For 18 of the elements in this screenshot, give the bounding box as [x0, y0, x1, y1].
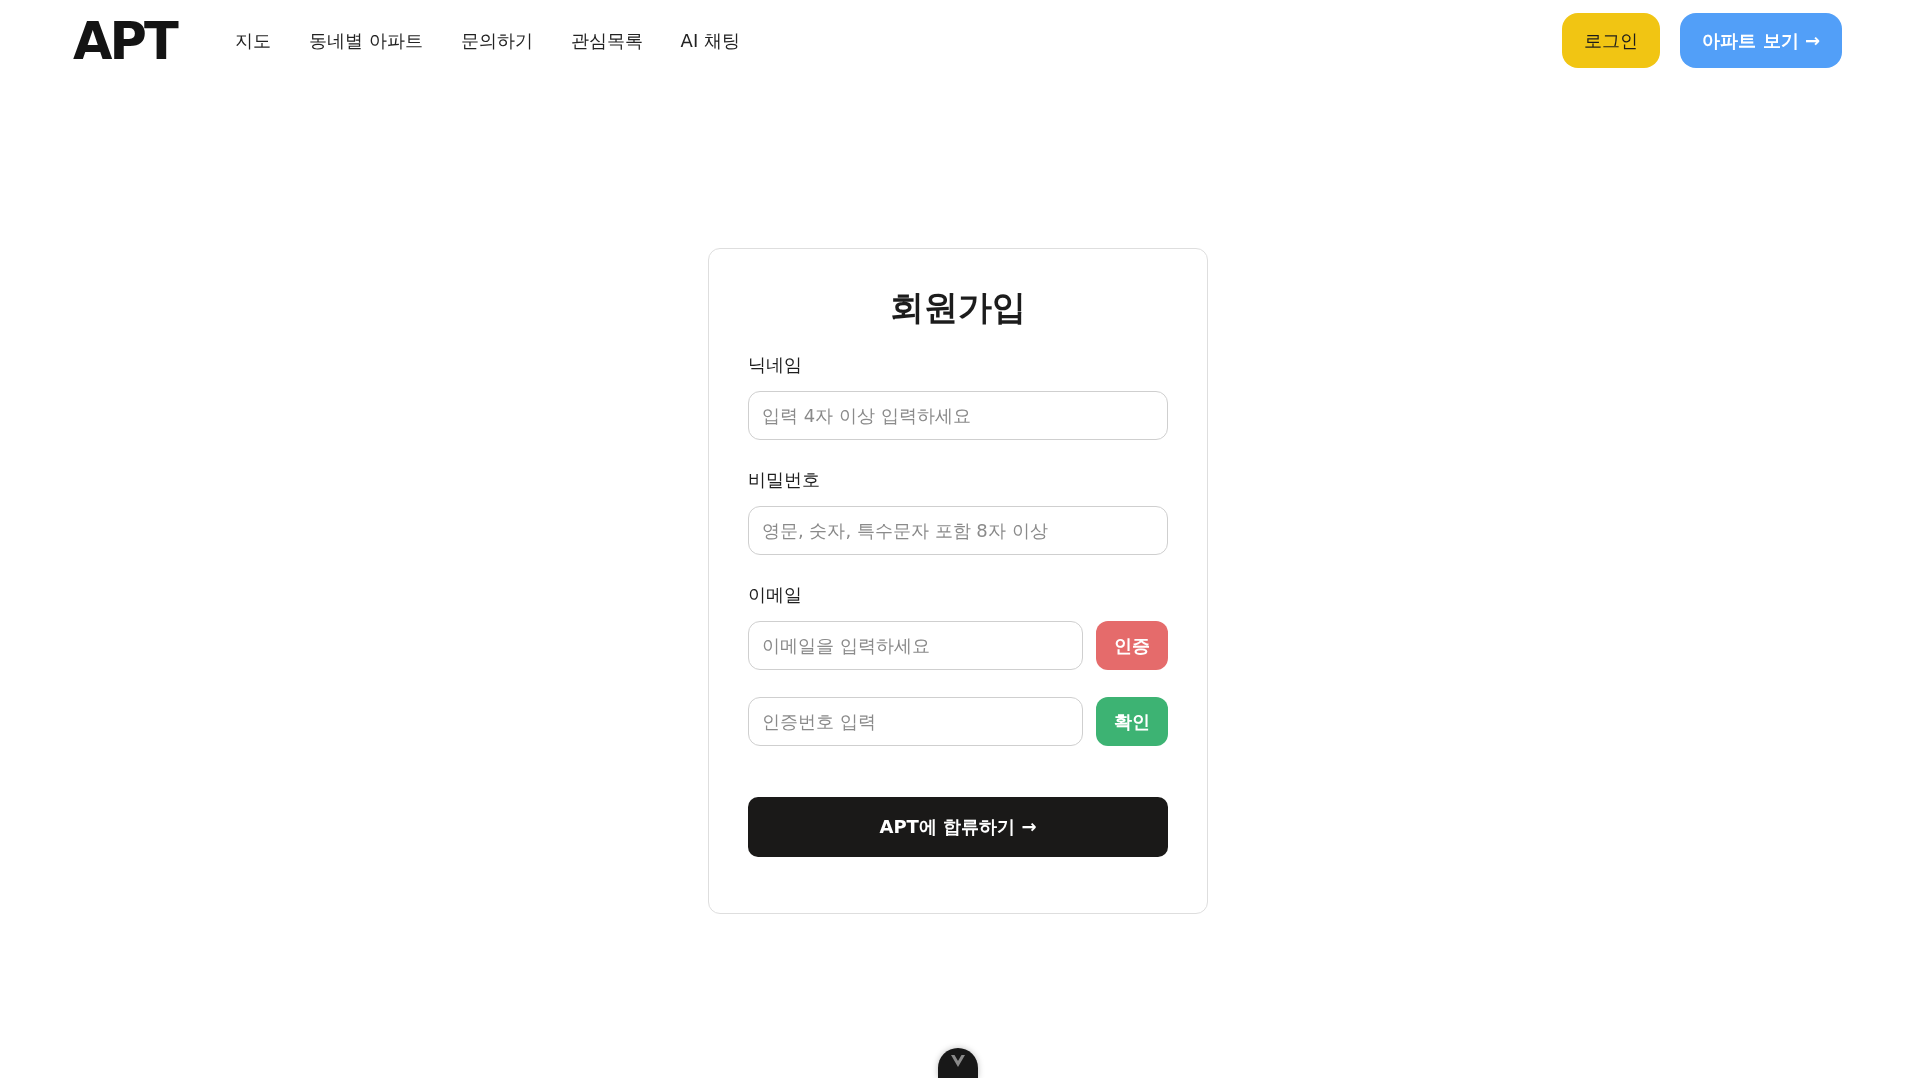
scroll-down-button[interactable] — [938, 1048, 978, 1078]
field-label: 이메일 — [748, 583, 803, 607]
field-label: 비밀번호 — [748, 468, 821, 492]
input-field[interactable]: 입력 4자 이상 입력하세요 — [748, 391, 1168, 440]
chevron-down-icon — [950, 1054, 966, 1068]
field-label: 닉네임 — [748, 353, 803, 377]
submit-button[interactable]: APT에 합류하기 → — [748, 797, 1168, 857]
form-title: 회원가입 — [889, 287, 1027, 328]
nav-link[interactable]: 문의하기 — [460, 28, 533, 53]
input-field[interactable]: 영문, 숫자, 특수문자 포함 8자 이상 — [748, 506, 1168, 555]
input-field[interactable]: 인증번호 입력 — [748, 697, 1083, 746]
input-field[interactable]: 이메일을 입력하세요 — [748, 621, 1083, 670]
nav-link[interactable]: 지도 — [234, 28, 271, 53]
nav-link[interactable]: AI 채팅 — [680, 28, 740, 53]
nav-link[interactable]: 관심목록 — [570, 28, 643, 53]
logo[interactable]: APT — [73, 14, 176, 67]
login-button[interactable]: 로그인 — [1562, 13, 1661, 68]
nav-link[interactable]: 동네별 아파트 — [308, 28, 423, 53]
